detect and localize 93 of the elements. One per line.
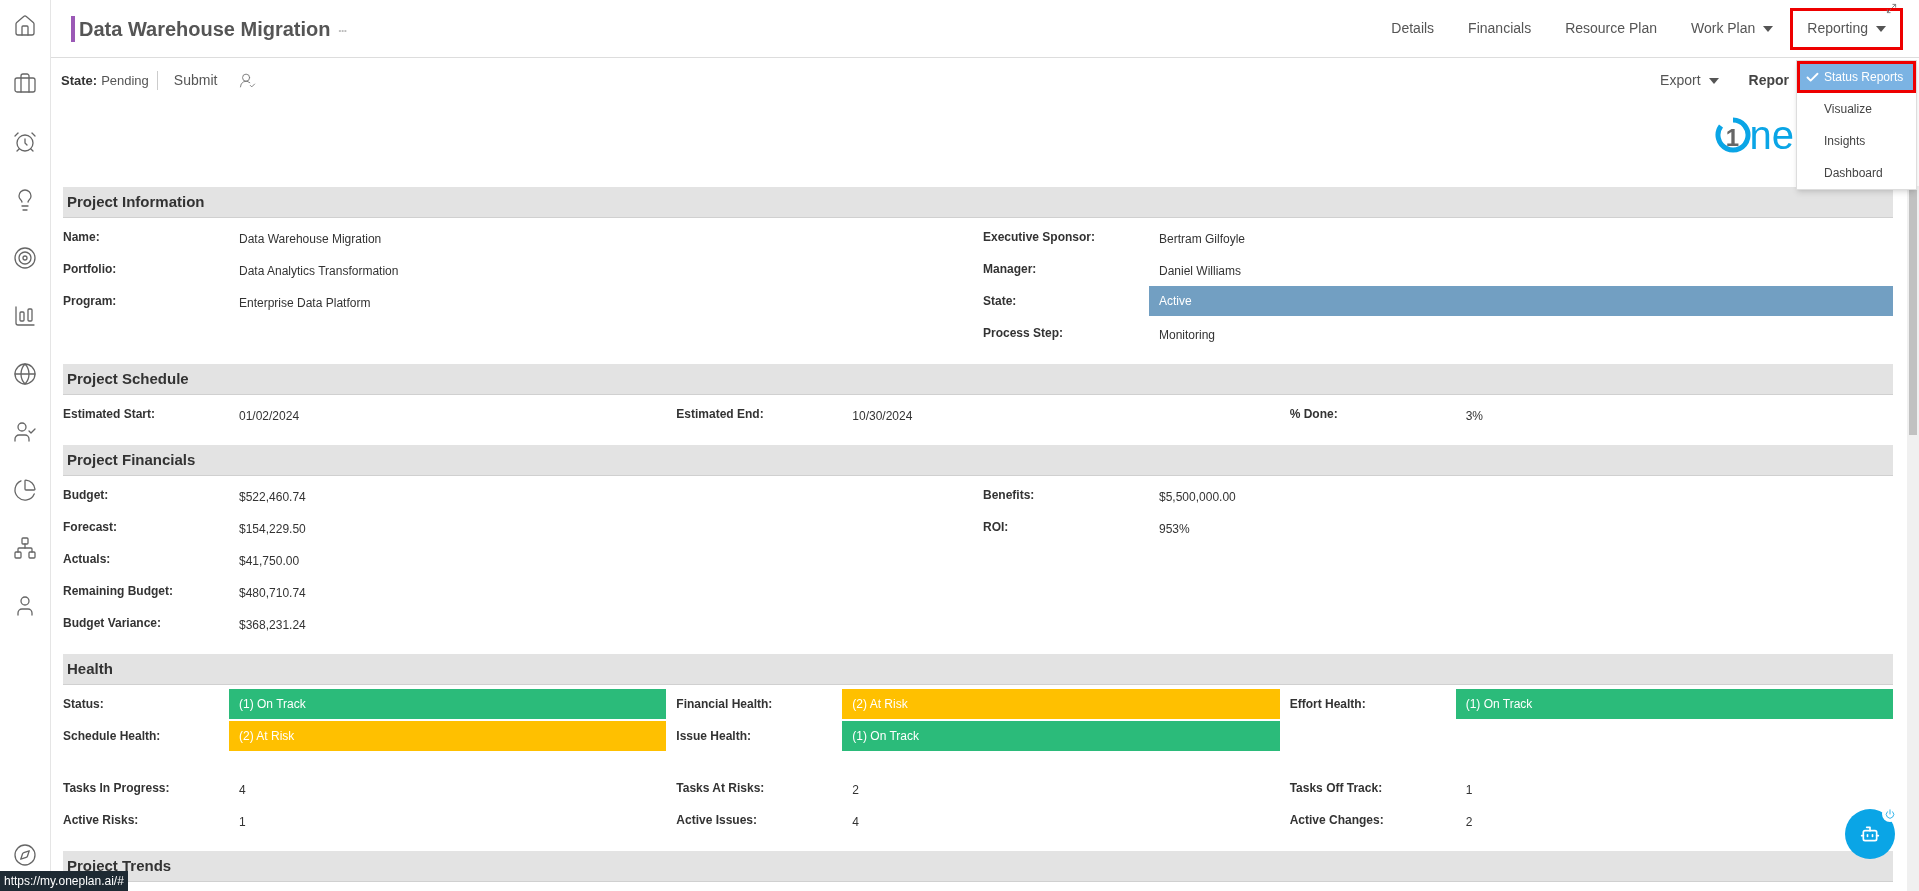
field-label: Benefits: (983, 487, 1036, 504)
field-label: Status: (63, 696, 105, 713)
menu-item[interactable]: Visualize (1797, 93, 1916, 125)
field-value: 2 (852, 782, 859, 799)
menu-item[interactable]: Dashboard (1797, 157, 1916, 189)
field-value: $368,231.24 (239, 617, 306, 634)
field-value: 1 (239, 814, 246, 831)
menu-item[interactable]: Insights (1797, 125, 1916, 157)
field-label: Program: (63, 293, 118, 310)
field-label: Estimated Start: (63, 406, 157, 423)
field-value: $41,750.00 (239, 553, 300, 570)
project-title: Data Warehouse Migration (79, 16, 331, 42)
accent-bar (71, 15, 75, 42)
caret-icon (1708, 77, 1719, 84)
logo: 1 ne (1713, 115, 1794, 155)
section-header: Project Information (63, 187, 1893, 218)
field-label: Portfolio: (63, 261, 118, 278)
user-check-icon[interactable] (13, 420, 37, 444)
status-value: (1) On Track (229, 689, 667, 719)
field-label: Forecast: (63, 519, 119, 536)
state-value: Pending (101, 70, 158, 91)
field-value: 01/02/2024 (239, 408, 300, 425)
nav-tab[interactable]: Details (1374, 7, 1452, 50)
home-icon[interactable] (13, 14, 37, 38)
state-label: State: (61, 71, 98, 90)
hierarchy-icon[interactable] (13, 536, 37, 560)
globe-icon[interactable] (13, 362, 37, 386)
status-value: (2) At Risk (842, 689, 1280, 719)
reports-label: Repor (1748, 71, 1789, 90)
user-check-icon[interactable] (239, 72, 257, 89)
field-label: Remaining Budget: (63, 583, 174, 600)
field-label: ROI: (983, 519, 1010, 536)
field-label: Tasks Off Track: (1289, 780, 1384, 797)
field-label: Actuals: (63, 551, 112, 568)
field-value: 4 (239, 782, 246, 799)
robot-icon (1860, 824, 1880, 844)
field-label: % Done: (1289, 406, 1339, 423)
field-label: Executive Sponsor: (983, 229, 1097, 246)
field-value: Daniel Williams (1159, 263, 1241, 280)
field-label: Tasks In Progress: (63, 780, 171, 797)
field-label: Estimated End: (676, 406, 765, 423)
status-url: https://my.oneplan.ai/# (0, 871, 128, 891)
field-label: Name: (63, 229, 101, 246)
scrollbar[interactable] (1907, 186, 1919, 891)
field-label: Schedule Health: (63, 728, 162, 745)
field-value: $522,460.74 (239, 489, 306, 506)
field-value: Data Analytics Transformation (239, 263, 399, 280)
status-value: (2) At Risk (229, 721, 667, 751)
field-value: 10/30/2024 (852, 408, 913, 425)
alarm-clock-icon[interactable] (13, 130, 37, 154)
nav-tab[interactable]: Financials (1451, 7, 1549, 50)
field-value: $5,500,000.00 (1159, 489, 1236, 506)
field-value: Enterprise Data Platform (239, 295, 371, 312)
status-value: (1) On Track (842, 721, 1280, 751)
field-label: State: (983, 293, 1018, 310)
section-header: Project Schedule (63, 364, 1893, 395)
field-label: Active Issues: (676, 812, 759, 829)
briefcase-icon[interactable] (13, 72, 37, 96)
field-label: Financial Health: (676, 696, 774, 713)
compass-icon[interactable] (13, 843, 37, 867)
field-label: Manager: (983, 261, 1038, 278)
field-label: Issue Health: (676, 728, 753, 745)
field-value: $480,710.74 (239, 585, 306, 602)
field-label: Tasks At Risks: (676, 780, 766, 797)
submit-button[interactable]: Submit (169, 70, 222, 91)
field-value: 4 (852, 814, 859, 831)
field-value: Monitoring (1159, 327, 1216, 344)
field-label: Effort Health: (1289, 696, 1367, 713)
chatbot-button[interactable] (1845, 809, 1895, 859)
section-header: Health (63, 654, 1893, 685)
field-label: Active Risks: (63, 812, 140, 829)
field-value: 3% (1465, 408, 1483, 425)
field-value: Data Warehouse Migration (239, 231, 382, 248)
status-value: Active (1149, 286, 1893, 316)
field-label: Process Step: (983, 325, 1065, 342)
field-value: Bertram Gilfoyle (1159, 231, 1246, 248)
target-icon[interactable] (13, 246, 37, 270)
field-label: Budget Variance: (63, 615, 163, 632)
nav-tab[interactable]: Resource Plan (1548, 7, 1674, 50)
nav-tab[interactable]: Reporting (1790, 7, 1903, 50)
section-header: Project Financials (63, 445, 1893, 476)
field-label: Active Changes: (1289, 812, 1385, 829)
export-button[interactable]: Export (1660, 70, 1719, 91)
field-label: Budget: (63, 487, 110, 504)
status-value: (1) On Track (1455, 689, 1893, 719)
field-value: 1 (1465, 782, 1473, 799)
expand-icon[interactable] (1886, 3, 1897, 14)
pie-chart-icon[interactable] (13, 478, 37, 502)
field-value: 2 (1465, 814, 1473, 831)
field-value: 953% (1159, 521, 1190, 538)
field-value: $154,229.50 (239, 521, 306, 538)
nav-tab[interactable]: Work Plan (1673, 7, 1791, 50)
bar-chart-icon[interactable] (13, 304, 37, 328)
